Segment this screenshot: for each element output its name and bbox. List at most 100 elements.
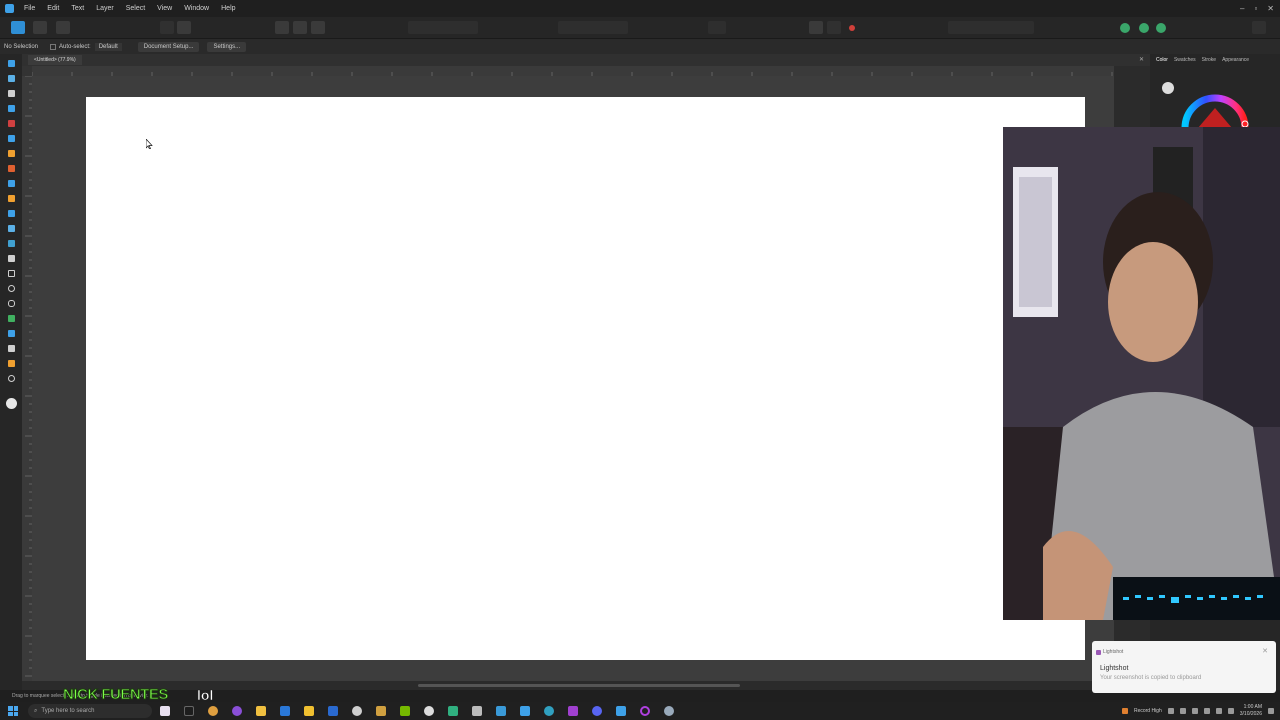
notification-center-icon[interactable] — [1268, 708, 1274, 714]
notification-toast[interactable]: Lightshot ✕ Lightshot Your screenshot is… — [1092, 641, 1276, 693]
gradient-tool-icon[interactable] — [6, 178, 16, 189]
microphone-icon[interactable] — [1179, 708, 1186, 714]
canvas-area[interactable] — [32, 76, 1114, 681]
brush-tool-icon[interactable] — [6, 148, 16, 159]
align-center-button[interactable] — [293, 21, 307, 34]
frame-text-tool-icon[interactable] — [6, 313, 16, 324]
auto-select-checkbox[interactable] — [50, 43, 57, 50]
share-icon[interactable] — [1156, 23, 1166, 33]
app-icon-14[interactable] — [496, 706, 506, 716]
record-icon[interactable] — [1121, 708, 1128, 714]
crop-button[interactable] — [809, 21, 823, 34]
document-setup-button[interactable]: Document Setup... — [137, 41, 200, 52]
menu-view[interactable]: View — [151, 0, 178, 17]
fill-stroke-swatch-icon[interactable] — [1162, 82, 1174, 94]
vector-crop-tool-icon[interactable] — [6, 223, 16, 234]
tab-stroke[interactable]: Stroke — [1202, 57, 1216, 63]
app-icon-8[interactable] — [352, 706, 362, 716]
artboard[interactable] — [86, 97, 1085, 660]
steam-icon[interactable] — [664, 706, 674, 716]
minimize-button[interactable]: – — [1240, 4, 1244, 13]
menu-text[interactable]: Text — [65, 0, 90, 17]
menu-edit[interactable]: Edit — [41, 0, 65, 17]
color-wheel[interactable] — [1180, 86, 1250, 128]
arrange-group[interactable] — [408, 21, 478, 34]
clock[interactable]: 1:00 AM 3/10/2026 — [1240, 704, 1262, 718]
auto-select-dropdown[interactable]: Default — [94, 42, 122, 51]
notification-close-button[interactable]: ✕ — [1262, 647, 1268, 655]
export-persona-button[interactable] — [56, 21, 70, 34]
close-window-button[interactable]: ✕ — [1267, 4, 1274, 13]
menu-file[interactable]: File — [18, 0, 41, 17]
record-label[interactable]: Record High — [1134, 708, 1162, 714]
app-icon-9[interactable] — [376, 706, 386, 716]
align-left-button[interactable] — [275, 21, 289, 34]
obs-icon[interactable] — [640, 706, 650, 716]
boolean-group[interactable] — [558, 21, 628, 34]
horizontal-scrollbar[interactable] — [418, 684, 740, 687]
app-icon-6[interactable] — [304, 706, 314, 716]
maximize-button[interactable]: ▫ — [1254, 4, 1257, 13]
transform-button[interactable] — [160, 21, 174, 34]
artistic-text-tool-icon[interactable] — [6, 328, 16, 339]
outlook-icon[interactable] — [280, 706, 290, 716]
app-icon-12[interactable] — [448, 706, 458, 716]
app-icon-3[interactable] — [232, 706, 242, 716]
vertical-ruler[interactable] — [22, 76, 32, 681]
transparency-tool-icon[interactable] — [6, 193, 16, 204]
crop-tool-icon[interactable] — [6, 253, 16, 264]
account-icon[interactable] — [1252, 21, 1266, 34]
volume-icon[interactable] — [1215, 708, 1222, 714]
app-icon-11[interactable] — [424, 706, 434, 716]
network-icon[interactable] — [1203, 708, 1210, 714]
insert-button[interactable] — [708, 21, 726, 34]
affinity-taskbar-icon[interactable] — [616, 706, 626, 716]
chrome-icon[interactable] — [208, 706, 218, 716]
file-explorer-icon[interactable] — [256, 706, 266, 716]
fill-tool-icon[interactable] — [6, 163, 16, 174]
task-view-icon[interactable] — [160, 706, 170, 716]
menu-help[interactable]: Help — [215, 0, 241, 17]
app-icon-17[interactable] — [568, 706, 578, 716]
app-icon-15[interactable] — [520, 706, 530, 716]
color-picker-tool-icon[interactable] — [6, 238, 16, 249]
corner-tool-icon[interactable] — [6, 103, 16, 114]
assistant-icon[interactable] — [1120, 23, 1130, 33]
app-icon-1[interactable] — [184, 706, 194, 716]
document-tab[interactable]: <Untitled> (77.9%) — [28, 55, 82, 65]
view-mode-group[interactable] — [948, 21, 1034, 34]
ellipse-tool-icon[interactable] — [6, 283, 16, 294]
rectangle-tool-icon[interactable] — [6, 268, 16, 279]
nvidia-icon[interactable] — [400, 706, 410, 716]
app-icon-16[interactable] — [544, 706, 554, 716]
shape-tool-icon[interactable] — [6, 298, 16, 309]
taskbar-search[interactable]: ⌕ Type here to search — [28, 704, 152, 718]
snap-options-button[interactable] — [827, 21, 841, 34]
designer-persona-button[interactable] — [11, 21, 25, 34]
discord-icon[interactable] — [592, 706, 602, 716]
menu-window[interactable]: Window — [178, 0, 215, 17]
menu-select[interactable]: Select — [120, 0, 151, 17]
place-tool-icon[interactable] — [6, 208, 16, 219]
slice-tool-icon[interactable] — [6, 358, 16, 369]
artboard-tool-icon[interactable] — [6, 73, 16, 84]
move-tool-icon[interactable] — [6, 58, 16, 69]
language-icon[interactable] — [1227, 708, 1234, 714]
settings-button[interactable]: Settings... — [207, 41, 247, 52]
tab-color[interactable]: Color — [1156, 57, 1168, 63]
tab-swatches[interactable]: Swatches — [1174, 57, 1196, 63]
node-tool-icon[interactable] — [6, 88, 16, 99]
menu-layer[interactable]: Layer — [90, 0, 120, 17]
color-well[interactable] — [5, 398, 17, 409]
store-icon[interactable] — [328, 706, 338, 716]
align-right-button[interactable] — [311, 21, 325, 34]
table-tool-icon[interactable] — [6, 343, 16, 354]
pencil-tool-icon[interactable] — [6, 133, 16, 144]
pen-tool-icon[interactable] — [6, 118, 16, 129]
app-icon-13[interactable] — [472, 706, 482, 716]
close-tab-button[interactable]: ✕ — [1139, 56, 1144, 63]
chevron-up-icon[interactable] — [1167, 708, 1174, 714]
start-button-icon[interactable] — [8, 706, 18, 716]
studio-icon[interactable] — [1139, 23, 1149, 33]
tab-appearance[interactable]: Appearance — [1222, 57, 1249, 63]
